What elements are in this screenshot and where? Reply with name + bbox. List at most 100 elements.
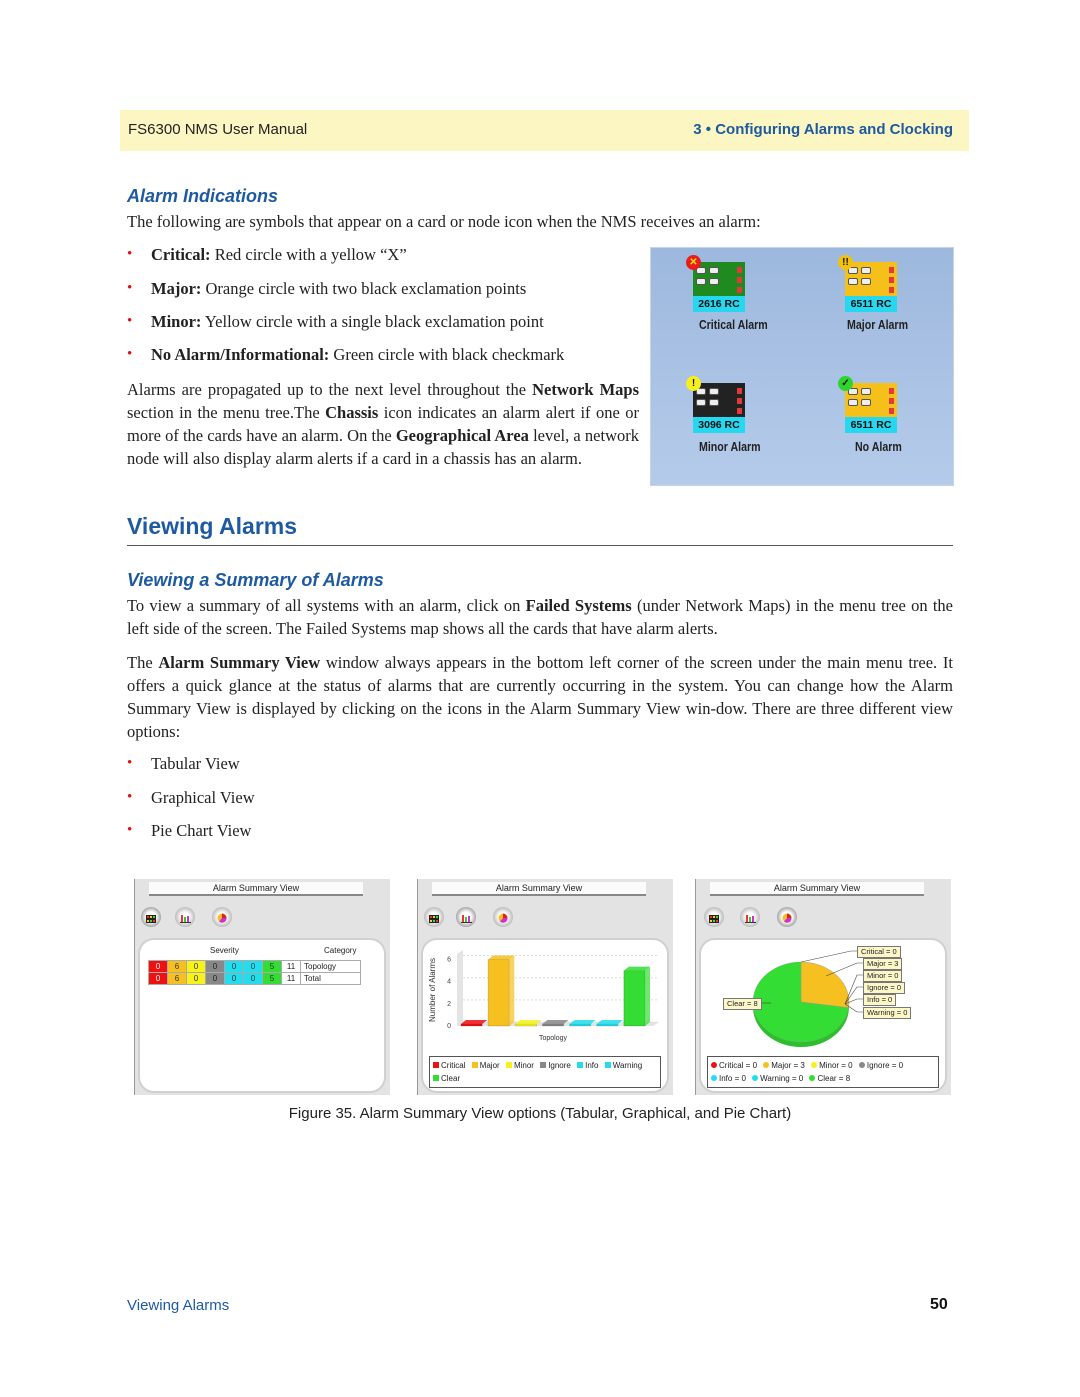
- pie-callout-label: Critical = 0: [857, 946, 901, 958]
- tabular-view-button[interactable]: [141, 907, 161, 927]
- bar-major: [487, 959, 510, 1027]
- legend-item: Minor: [505, 1061, 534, 1070]
- severity-count-cell: 0: [186, 960, 206, 973]
- alarm-icons-figure: 2616 RC ✕ Critical Alarm 6511 RC!! Major Ala…: [650, 247, 954, 486]
- severity-count-cell: 5: [262, 972, 282, 985]
- bar-info: [569, 1023, 592, 1027]
- category-cell: Total: [300, 972, 361, 985]
- no-alarm-badge-icon: ✓: [838, 376, 853, 391]
- legend-label: Minor: [513, 1061, 534, 1070]
- pie-chart-view-button[interactable]: [777, 907, 797, 927]
- chart-back-wall: [457, 950, 463, 1026]
- list-item: • Tabular View: [127, 754, 240, 773]
- bullet-icon: •: [127, 789, 133, 805]
- tabular-view-button[interactable]: [704, 907, 724, 927]
- severity-table: 0 6 0 0 0 0 5 11 Topology 0 6 0 0 0 0 5 11 Total: [148, 960, 361, 985]
- pie-callout-label: Warning = 0: [863, 1007, 912, 1019]
- legend-swatch: [471, 1062, 478, 1068]
- pie-callout-label: Ignore = 0: [863, 982, 905, 994]
- pie-chart-icon: [498, 908, 508, 927]
- alarm-card-caption: Major Alarm: [847, 318, 909, 332]
- pie-slice-major: [800, 961, 850, 1008]
- bar-critical: [460, 1023, 483, 1027]
- pie-callout-label: Minor = 0: [863, 970, 903, 982]
- legend-label: Ignore: [548, 1061, 571, 1070]
- legend-item: Critical: [433, 1061, 465, 1070]
- alarm-summary-graphical-panel: Alarm Summary View 0 2 4 6 Number of Alarms T…: [417, 879, 673, 1095]
- pie-callout-label: Major = 3: [863, 958, 903, 970]
- graphical-view-button[interactable]: [740, 907, 760, 927]
- card-board: [845, 262, 897, 296]
- list-item: • Critical: Red circle with a yellow “X”: [127, 245, 407, 264]
- legend-swatch: [433, 1062, 439, 1068]
- legend-item: Info = 0: [711, 1074, 746, 1083]
- severity-count-cell: 0: [243, 960, 263, 973]
- table-row: 0 6 0 0 0 0 5 11 Topology: [148, 960, 361, 973]
- legend-label: Warning: [612, 1061, 643, 1070]
- pie-chart-view-button[interactable]: [493, 907, 513, 927]
- y-tick-label: 2: [447, 1001, 451, 1008]
- alarm-card: 6511 RC ✓: [838, 376, 897, 435]
- manual-title: FS6300 NMS User Manual: [128, 121, 308, 138]
- alarm-propagation-paragraph: Alarms are propagated up to the next lev…: [127, 380, 639, 468]
- legend-item: Warning: [604, 1061, 643, 1070]
- list-item: • No Alarm/Informational: Green circle wi…: [127, 345, 565, 364]
- legend-item: Major: [471, 1061, 500, 1070]
- page-number: 50: [930, 1296, 948, 1313]
- severity-count-cell: 6: [167, 972, 187, 985]
- tabular-view-button[interactable]: [424, 907, 444, 927]
- card-board: [693, 262, 745, 296]
- legend-label: Major: [479, 1061, 500, 1070]
- bar-chart: 0 2 4 6 Number of Alarms Topology: [428, 950, 659, 1042]
- severity-count-cell: 0: [224, 972, 244, 985]
- heading-rule: [127, 545, 953, 546]
- pie-callout-label: Clear = 8: [723, 998, 762, 1010]
- legend-item: Critical = 0: [711, 1061, 757, 1070]
- bullet-icon: •: [127, 313, 133, 329]
- category-header: Category: [324, 946, 357, 955]
- legend-label: Info = 0: [719, 1074, 746, 1083]
- severity-count-cell: 0: [205, 960, 225, 973]
- bar-chart-icon: [460, 908, 472, 927]
- card-model: 2616 RC: [693, 296, 745, 312]
- legend-item: Ignore: [540, 1061, 571, 1070]
- bar-chart-icon: [179, 908, 191, 927]
- chapter-title: 3 • Configuring Alarms and Clocking: [693, 121, 953, 138]
- grid-icon: [709, 908, 719, 927]
- viewing-alarms-heading: Viewing Alarms: [127, 513, 298, 539]
- legend-label: Clear: [441, 1074, 461, 1083]
- legend-label: Minor = 0: [819, 1061, 853, 1070]
- legend-dot: [858, 1062, 865, 1068]
- alarm-indications-heading: Alarm Indications: [127, 186, 279, 206]
- critical-badge-icon: ✕: [686, 255, 701, 270]
- graphical-view-button[interactable]: [456, 907, 476, 927]
- legend-label: Critical: [441, 1061, 466, 1070]
- legend-swatch: [505, 1062, 512, 1068]
- list-item: • Pie Chart View: [127, 821, 252, 840]
- legend-label: Clear = 8: [817, 1074, 851, 1083]
- legend-dot: [752, 1075, 759, 1081]
- y-tick-label: 4: [447, 979, 451, 986]
- card-model: 6511 RC: [845, 417, 897, 433]
- severity-count-cell: 0: [243, 972, 263, 985]
- summary-view-paragraph: The Alarm Summary View window always app…: [127, 653, 953, 741]
- legend-dot: [711, 1075, 717, 1081]
- tabular-content: Severity Category 0 6 0 0 0 0 5 11 Topology 0 6 0 0 0…: [138, 938, 386, 1093]
- list-item: • Major: Orange circle with two black exc…: [127, 279, 527, 298]
- card-model: 6511 RC: [845, 296, 897, 312]
- bar-warning: [596, 1023, 619, 1027]
- alarm-card: 6511 RC!!: [838, 255, 897, 314]
- legend-label: Critical = 0: [719, 1061, 758, 1070]
- bar-ignore: [541, 1023, 565, 1027]
- legend-item: Major = 3: [763, 1061, 805, 1070]
- card-board: [693, 383, 745, 417]
- pie-content: Critical = 0 Major = 3 Minor = 0 Ignore = 0…: [699, 938, 947, 1093]
- pie-chart-view-button[interactable]: [212, 907, 232, 927]
- legend-item: Minor = 0: [811, 1061, 853, 1070]
- graphical-view-button[interactable]: [175, 907, 195, 927]
- legend-swatch: [433, 1075, 439, 1081]
- alarm-indications-intro: The following are symbols that appear on…: [127, 212, 761, 231]
- bullet-icon: •: [127, 346, 133, 362]
- bar-chart-icon: [744, 908, 756, 927]
- category-cell: Topology: [300, 960, 361, 973]
